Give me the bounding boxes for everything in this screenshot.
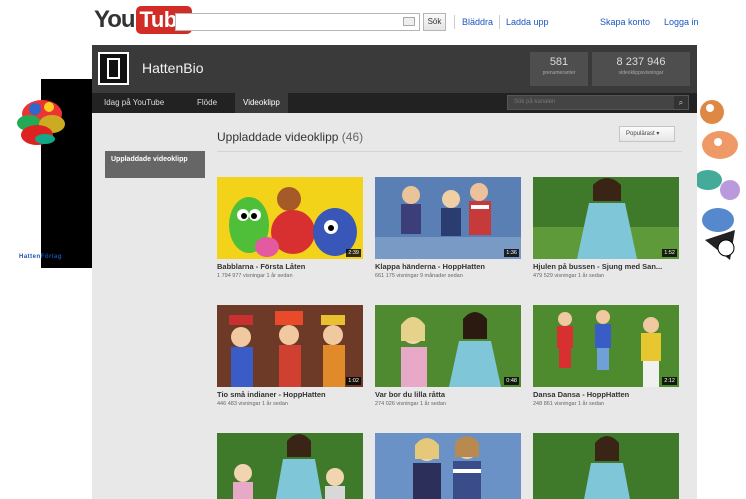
video-thumbnail[interactable]: 2:39 [217, 177, 363, 259]
video-card[interactable]: 1:36 Klappa händerna - HoppHatten 661 17… [375, 177, 521, 279]
page-title: Uppladdade videoklipp (46) [217, 130, 363, 144]
channel-nav: Idag på YouTube Flöde Videoklipp Sök på … [92, 93, 697, 113]
video-thumbnail[interactable]: 1:52 [533, 177, 679, 259]
video-thumbnail[interactable] [533, 433, 679, 499]
views-stat: 8 237 946 videoklippsvisningar [592, 52, 690, 86]
video-thumbnail[interactable]: 1:02 [217, 305, 363, 387]
video-duration: 1:02 [346, 377, 361, 385]
video-meta: 248 861 visningar 1 år sedan [533, 401, 604, 407]
section-title-text: Uppladdade videoklipp [217, 130, 339, 144]
channel-avatar[interactable] [98, 52, 129, 85]
sign-in-link[interactable]: Logga in [664, 17, 699, 27]
sort-dropdown[interactable]: Populärast ▾ [619, 126, 675, 142]
tab-feed[interactable]: Flöde [189, 93, 225, 113]
tab-today[interactable]: Idag på YouTube [96, 93, 172, 113]
video-duration: 2:12 [662, 377, 677, 385]
subscriber-stat: 581 prenumeranter [530, 52, 588, 86]
create-account-link[interactable]: Skapa konto [600, 17, 650, 27]
search-icon[interactable]: ⌕ [674, 96, 688, 109]
video-card[interactable]: 1:52 Hjulen på bussen - Sjung med San...… [533, 177, 679, 279]
video-meta: 446 483 visningar 1 år sedan [217, 401, 288, 407]
video-card[interactable]: 0:48 Var bor du lilla råtta 274 026 visn… [375, 305, 521, 407]
video-title[interactable]: Babblarna - Första Låten [217, 262, 363, 271]
video-card[interactable] [533, 433, 679, 499]
channel-search-placeholder: Sök på kanalen [514, 99, 556, 105]
tab-videos[interactable]: Videoklipp [235, 93, 288, 113]
keyboard-icon[interactable] [403, 17, 415, 26]
video-meta: 1 794 977 visningar 1 år sedan [217, 273, 293, 279]
video-title[interactable]: Tio små indianer - HoppHatten [217, 390, 363, 399]
video-thumbnail[interactable] [375, 433, 521, 499]
brand-label: HattenFörlag [19, 254, 63, 260]
divider [454, 15, 455, 29]
video-thumbnail[interactable] [217, 433, 363, 499]
upload-link[interactable]: Ladda upp [506, 17, 549, 27]
side-illustration [694, 100, 740, 260]
sidebar-item-uploads[interactable]: Uppladdade videoklipp [105, 151, 205, 178]
video-card[interactable]: 2:39 Babblarna - Första Låten 1 794 977 … [217, 177, 363, 279]
video-card[interactable]: 2:12 Dansa Dansa - HoppHatten 248 861 vi… [533, 305, 679, 407]
channel-name: HattenBio [142, 60, 204, 76]
browse-link[interactable]: Bläddra [462, 17, 493, 27]
video-title[interactable]: Dansa Dansa - HoppHatten [533, 390, 679, 399]
views-count: 8 237 946 [616, 56, 666, 68]
search-button[interactable]: Sök [423, 13, 446, 31]
video-meta: 274 026 visningar 1 år sedan [375, 401, 446, 407]
video-thumbnail[interactable]: 1:36 [375, 177, 521, 259]
views-label: videoklippsvisningar [618, 70, 664, 76]
video-title[interactable]: Klappa händerna - HoppHatten [375, 262, 521, 271]
video-duration: 1:52 [662, 249, 677, 257]
logo-you-text: You [94, 6, 136, 33]
search-input[interactable] [175, 13, 420, 31]
video-duration: 1:36 [504, 249, 519, 257]
video-title[interactable]: Var bor du lilla råtta [375, 390, 521, 399]
channel-header: HattenBio 581 prenumeranter 8 237 946 vi… [92, 45, 697, 93]
video-title[interactable]: Hjulen på bussen - Sjung med San... [533, 262, 679, 271]
divider [499, 15, 500, 29]
video-duration: 0:48 [504, 377, 519, 385]
subscriber-label: prenumeranter [542, 70, 576, 76]
channel-panel: HattenBio 581 prenumeranter 8 237 946 vi… [92, 45, 697, 499]
video-duration: 2:39 [346, 249, 361, 257]
divider [217, 151, 682, 152]
section-count: (46) [341, 130, 364, 144]
video-card[interactable] [217, 433, 363, 499]
video-thumbnail[interactable]: 0:48 [375, 305, 521, 387]
video-meta: 479 529 visningar 1 år sedan [533, 273, 604, 279]
subscriber-count: 581 [549, 56, 569, 68]
video-card[interactable]: 1:02 Tio små indianer - HoppHatten 446 4… [217, 305, 363, 407]
video-thumbnail[interactable]: 2:12 [533, 305, 679, 387]
video-meta: 661 175 visningar 9 månader sedan [375, 273, 463, 279]
channel-search-input[interactable]: Sök på kanalen ⌕ [507, 95, 689, 110]
hatten-poster [7, 79, 92, 268]
video-card[interactable] [375, 433, 521, 499]
